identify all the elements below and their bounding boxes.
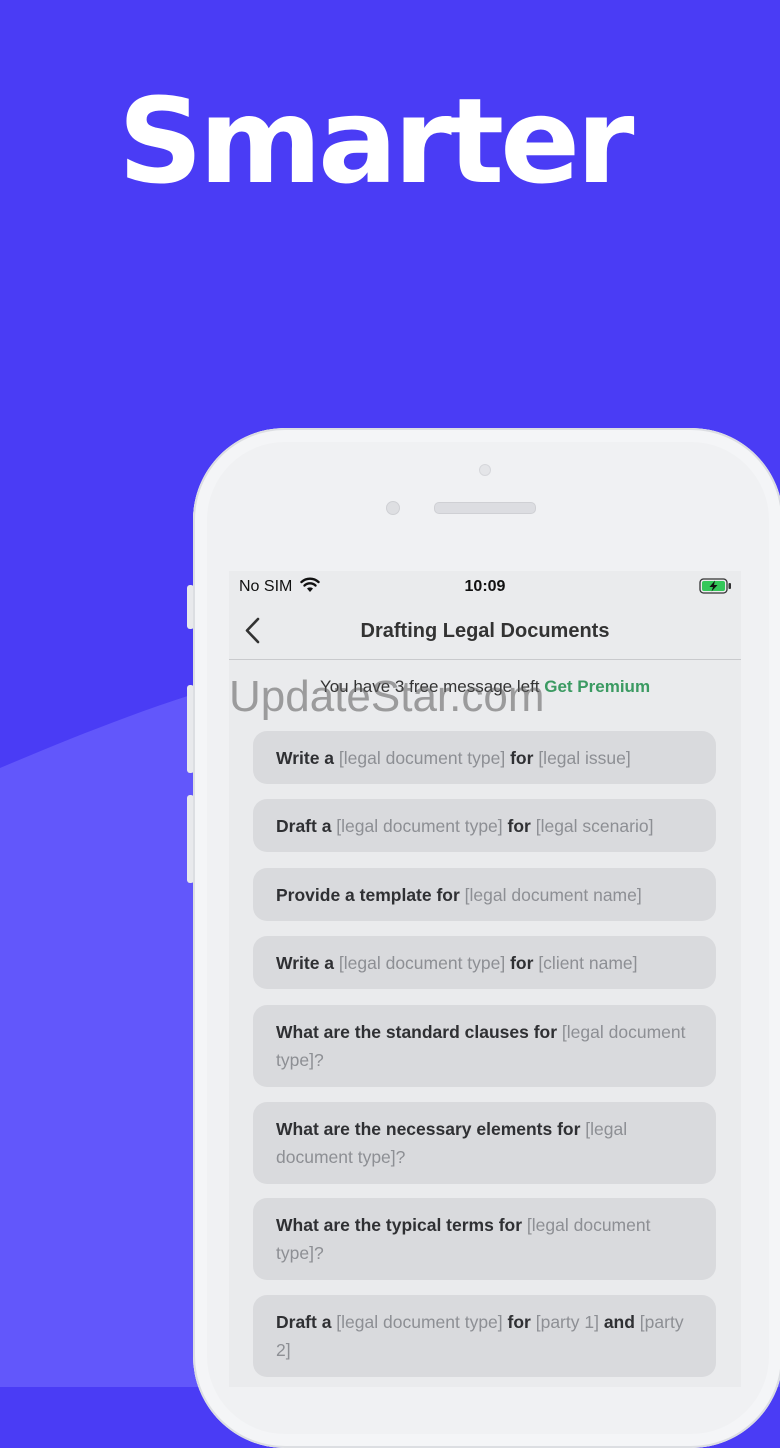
prompt-text: What are the typical terms for [legal do… bbox=[276, 1211, 693, 1267]
prompt-card[interactable]: Write a [legal document type] for [legal… bbox=[253, 731, 716, 784]
prompt-text: What are the standard clauses for [legal… bbox=[276, 1018, 693, 1074]
prompt-keyword: What are the typical terms for bbox=[276, 1215, 527, 1235]
prompt-placeholder: [party 1] bbox=[535, 1312, 604, 1332]
prompt-card[interactable]: What are the typical terms for [legal do… bbox=[253, 1198, 716, 1280]
prompt-keyword: Provide a template for bbox=[276, 884, 465, 905]
prompt-keyword: What are the necessary elements for bbox=[276, 1119, 586, 1139]
prompt-text: Draft a [legal document type] for [legal… bbox=[276, 812, 653, 840]
page-title: Drafting Legal Documents bbox=[360, 620, 610, 642]
prompt-keyword: and bbox=[603, 1312, 640, 1332]
prompt-text: Write a [legal document type] for [clien… bbox=[276, 949, 638, 977]
prompt-keyword: Write a bbox=[276, 952, 339, 973]
watermark: UpdateStar.com bbox=[229, 672, 545, 721]
prompt-keyword: Write a bbox=[276, 747, 339, 768]
prompt-text: Draft a [legal document type] for [party… bbox=[276, 1308, 693, 1364]
prompt-card[interactable]: What are the standard clauses for [legal… bbox=[253, 1005, 716, 1087]
prompt-card[interactable]: What are the necessary elements for [leg… bbox=[253, 1102, 716, 1184]
prompt-placeholder: [legal document type] bbox=[338, 747, 511, 768]
prompt-card[interactable]: Draft a [legal document type] for [legal… bbox=[253, 799, 716, 852]
prompt-card[interactable]: Provide a template for [legal document n… bbox=[253, 868, 716, 921]
status-bar: No SIM 10:09 bbox=[229, 571, 741, 603]
navigation-bar: Drafting Legal Documents bbox=[229, 603, 741, 660]
get-premium-link[interactable]: Get Premium bbox=[544, 677, 650, 696]
prompt-placeholder: [legal document type] bbox=[338, 952, 511, 973]
prompt-keyword: Draft a bbox=[276, 815, 337, 836]
prompt-placeholder: [legal scenario] bbox=[535, 815, 654, 836]
prompt-placeholder: [legal issue] bbox=[538, 747, 631, 768]
front-sensor bbox=[479, 464, 491, 476]
prompt-keyword: Draft a bbox=[276, 1312, 337, 1332]
prompt-keyword: for bbox=[510, 747, 539, 768]
prompt-text: Provide a template for [legal document n… bbox=[276, 881, 642, 909]
earpiece-speaker bbox=[434, 502, 536, 514]
prompt-placeholder: [legal document name] bbox=[464, 884, 642, 905]
prompt-placeholder: [client name] bbox=[538, 952, 638, 973]
prompt-text: What are the necessary elements for [leg… bbox=[276, 1115, 693, 1171]
prompt-card[interactable]: Draft a [legal document type] for [party… bbox=[253, 1295, 716, 1377]
prompt-placeholder: [legal document type] bbox=[336, 815, 508, 836]
clock: 10:09 bbox=[464, 578, 506, 595]
headline: Smarter bbox=[118, 72, 634, 210]
prompt-card[interactable]: Write a [legal document type] for [clien… bbox=[253, 936, 716, 989]
prompt-placeholder: [legal document type] bbox=[336, 1312, 508, 1332]
prompt-keyword: for bbox=[510, 952, 539, 973]
prompt-keyword: What are the standard clauses for bbox=[276, 1022, 562, 1042]
battery-charging-icon bbox=[699, 578, 733, 599]
front-camera bbox=[386, 501, 400, 515]
prompt-text: Write a [legal document type] for [legal… bbox=[276, 744, 631, 772]
prompt-keyword: for bbox=[507, 1312, 536, 1332]
prompt-keyword: for bbox=[507, 815, 536, 836]
